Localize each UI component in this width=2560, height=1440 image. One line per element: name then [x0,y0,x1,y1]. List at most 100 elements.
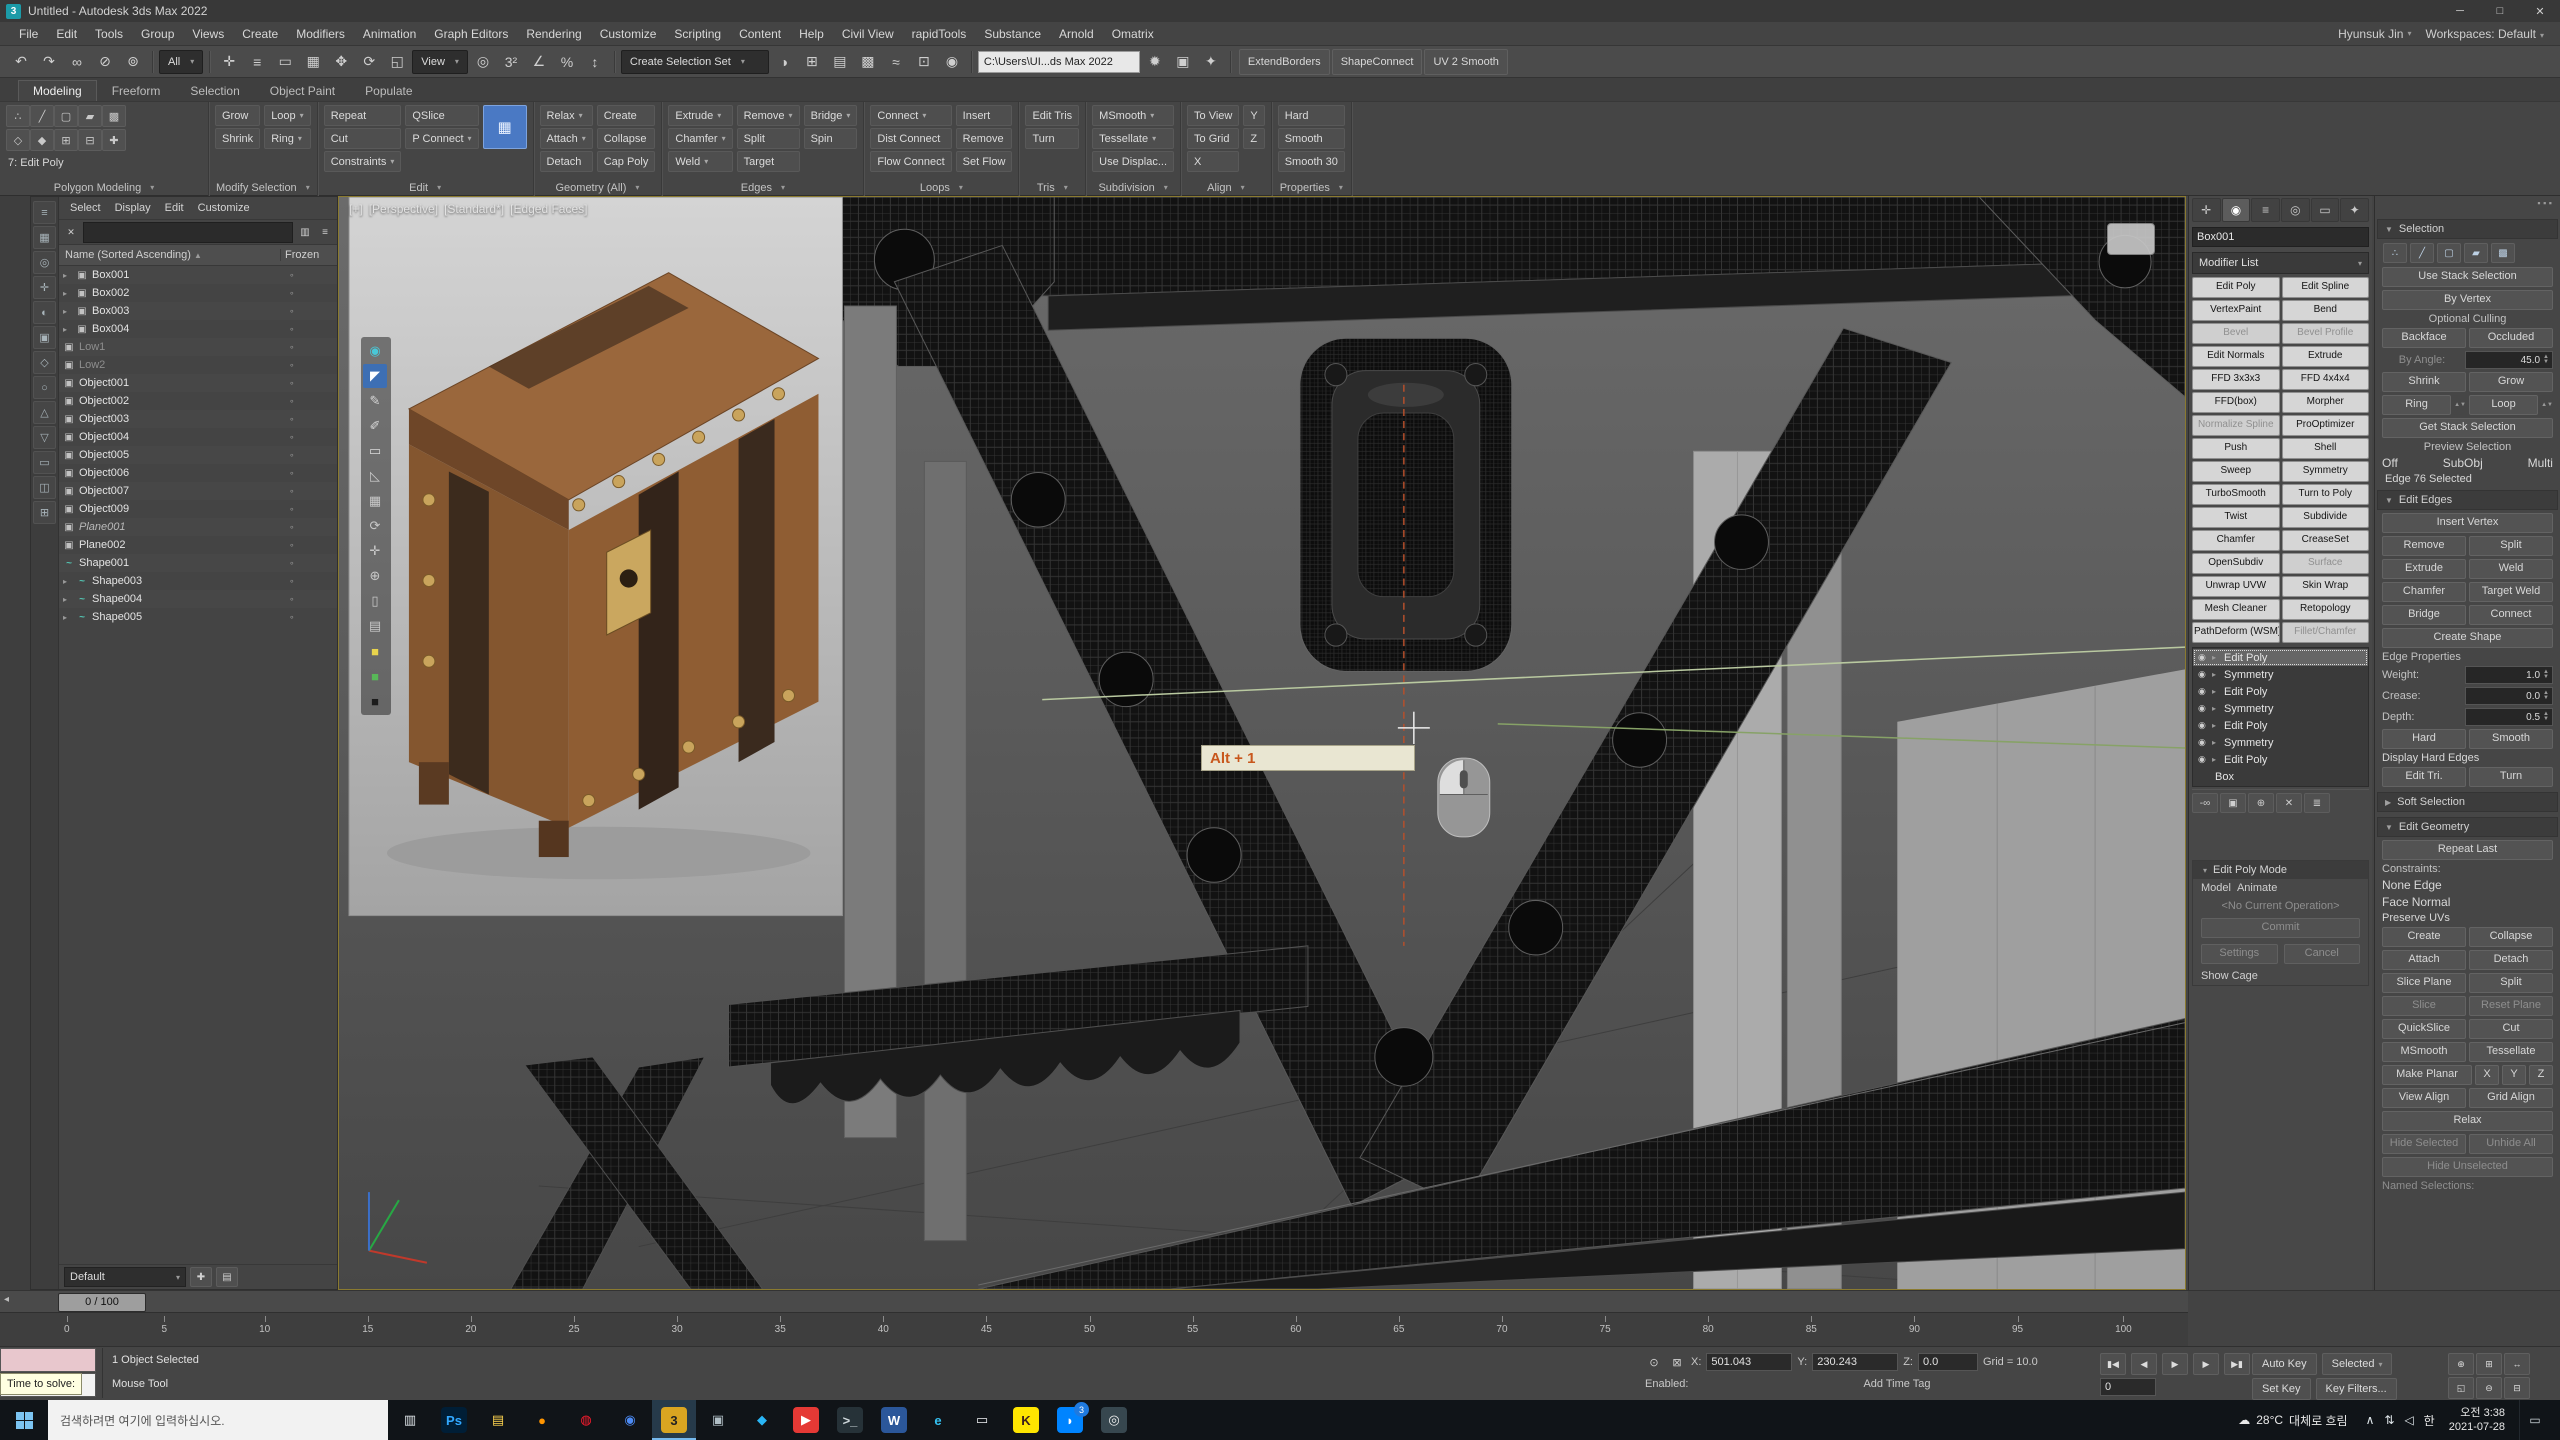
modifier-stack-row[interactable]: ◉ ▸ Edit Poly [2193,751,2368,768]
project-path-field[interactable] [978,51,1140,73]
toolbar-icon[interactable]: ◑ [771,49,797,75]
command-panel-tab[interactable]: ◉ [2222,198,2251,222]
viewport-tool-icon[interactable]: ◉ [363,339,387,363]
ribbon-group-label[interactable]: Subdivision▾ [1092,179,1174,196]
modifier-stack-row[interactable]: ◉ ▸ Edit Poly [2193,649,2368,666]
menu-item[interactable]: Help [790,22,833,46]
viewport-label-segment[interactable]: [Standard*] [444,202,504,216]
toolbar-icon[interactable]: ▣ [1170,49,1196,75]
sub-object-mode-icon[interactable]: ∴ [6,105,30,127]
grid-align-button[interactable]: Grid Align [2469,1088,2553,1108]
toolbar-icon[interactable]: ⊘ [92,49,118,75]
frozen-toggle-icon[interactable]: ∘ [289,288,333,299]
modifier-button[interactable]: Unwrap UVW [2192,576,2280,597]
column-chooser-icon[interactable]: ≡ [317,224,333,240]
panel-options-icon[interactable]: ▪ ▪ ▪ [2537,198,2552,214]
explorer-menu-item[interactable]: Select [63,202,108,214]
ribbon-group-label[interactable]: Modify Selection▾ [215,179,311,196]
start-button[interactable] [0,1400,48,1440]
explorer-row[interactable]: ▸ ▣ Box001 ∘ [59,266,337,284]
frozen-toggle-icon[interactable]: ∘ [289,558,333,569]
viewport-tool-icon[interactable]: ✐ [363,414,387,438]
modifier-button[interactable]: Chamfer [2192,530,2280,551]
frozen-toggle-icon[interactable]: ∘ [289,342,333,353]
modifier-button[interactable]: ProOptimizer [2282,415,2370,436]
toolbar-icon[interactable]: ◉ [939,49,965,75]
sub-object-mode-icon[interactable]: ⊞ [54,129,78,151]
reference-coordinate-dropdown[interactable]: View▾ [412,50,468,74]
menu-item[interactable]: Civil View [833,22,903,46]
menu-item[interactable]: Scripting [665,22,730,46]
macro-script-button[interactable]: ExtendBorders [1239,49,1330,75]
ribbon-button[interactable]: Cap Poly [597,151,656,172]
toolbar-icon[interactable]: ≡ [244,49,270,75]
viewport-label-segment[interactable]: [+] [349,202,363,216]
ribbon-group-label[interactable]: Geometry (All)▾ [540,179,656,196]
viewport-tool-icon[interactable]: ✛ [363,539,387,563]
ribbon-button[interactable]: Split [737,128,800,149]
explorer-filter-icon[interactable]: ≡ [33,201,56,224]
clock[interactable]: 오전 3:38 2021-07-28 [2445,1406,2509,1434]
explorer-row[interactable]: ▸ ~ Shape003 ∘ [59,572,337,590]
explorer-row[interactable]: ▣ Object002 ∘ [59,392,337,410]
frozen-toggle-icon[interactable]: ∘ [289,306,333,317]
explorer-filter-icon[interactable]: ▣ [33,326,56,349]
grow-button[interactable]: Grow [2469,372,2553,392]
explorer-row[interactable]: ▸ ▣ Box003 ∘ [59,302,337,320]
menu-item[interactable]: Edit [47,22,86,46]
ribbon-button[interactable]: Relax▾ [540,105,593,126]
ribbon-button[interactable]: Weld▾ [668,151,732,172]
modifier-button[interactable]: VertexPaint [2192,300,2280,321]
by-angle-spinner[interactable]: 45.0▲▼ [2465,351,2553,369]
menu-item[interactable]: Graph Editors [425,22,517,46]
command-panel-tab[interactable]: ▭ [2311,198,2340,222]
explorer-filter-icon[interactable]: ⊞ [33,501,56,524]
hidden-icons-chevron[interactable]: ∧ [2366,1413,2375,1427]
key-filter-scope-dropdown[interactable]: Selected▾ [2322,1353,2393,1375]
ribbon-button[interactable]: X [1187,151,1239,172]
explorer-filter-icon[interactable]: ○ [33,376,56,399]
auto-key-button[interactable]: Auto Key [2252,1353,2317,1375]
sub-object-mode-icon[interactable]: ╱ [2410,243,2434,263]
search-options-icon[interactable]: ▥ [297,224,313,240]
quickslice-button[interactable]: QuickSlice [2382,1019,2466,1039]
taskbar-app-icon[interactable]: ▶ [784,1400,828,1440]
frozen-toggle-icon[interactable]: ∘ [289,540,333,551]
ribbon-button[interactable]: MSmooth▾ [1092,105,1174,126]
viewport-canvas[interactable] [339,197,2185,1289]
z-coordinate-field[interactable]: 0.0 [1918,1353,1978,1371]
modifier-button[interactable]: Bevel Profile [2282,323,2370,344]
macro-script-button[interactable]: UV 2 Smooth [1424,49,1507,75]
toolbar-icon[interactable]: ✹ [1142,49,1168,75]
toolbar-icon[interactable]: % [554,49,580,75]
taskbar-app-icon[interactable]: K [1004,1400,1048,1440]
taskbar-app-icon[interactable]: ◗ 3 [1048,1400,1092,1440]
ribbon-button[interactable]: Grow [215,105,260,126]
explorer-filter-icon[interactable]: ◫ [33,476,56,499]
modifier-button[interactable]: Bevel [2192,323,2280,344]
viewport-mini-widget[interactable] [2107,223,2155,255]
object-name-field[interactable] [2192,227,2369,247]
view-align-button[interactable]: View Align [2382,1088,2466,1108]
taskbar-app-icon[interactable]: ▥ [388,1400,432,1440]
modifier-button[interactable]: Mesh Cleaner [2192,599,2280,620]
ribbon-button[interactable]: Tessellate▾ [1092,128,1174,149]
modifier-stack-row[interactable]: Box [2193,768,2368,785]
toolbar-icon[interactable]: ↶ [8,49,34,75]
shrink-button[interactable]: Shrink [2382,372,2466,392]
weight-spinner[interactable]: 1.0▲▼ [2465,666,2553,684]
explorer-filter-icon[interactable]: ✛ [33,276,56,299]
split-button[interactable]: Split [2469,536,2553,556]
ribbon-button[interactable]: Dist Connect [870,128,951,149]
windows-search-box[interactable]: 검색하려면 여기에 입력하십시오. [48,1400,388,1440]
explorer-row[interactable]: ▣ Object003 ∘ [59,410,337,428]
backface-button[interactable]: Backface [2382,328,2466,348]
ribbon-group-label[interactable]: Loops▾ [870,179,1012,196]
x-coordinate-field[interactable]: 501.043 [1706,1353,1792,1371]
explorer-filter-icon[interactable]: △ [33,401,56,424]
detach-button[interactable]: Detach [2469,950,2553,970]
ribbon-tab[interactable]: Object Paint [255,80,350,101]
current-frame-field[interactable]: 0 [2100,1378,2156,1396]
smooth-button[interactable]: Smooth [2469,729,2553,749]
loop-button[interactable]: Loop [2469,395,2538,415]
